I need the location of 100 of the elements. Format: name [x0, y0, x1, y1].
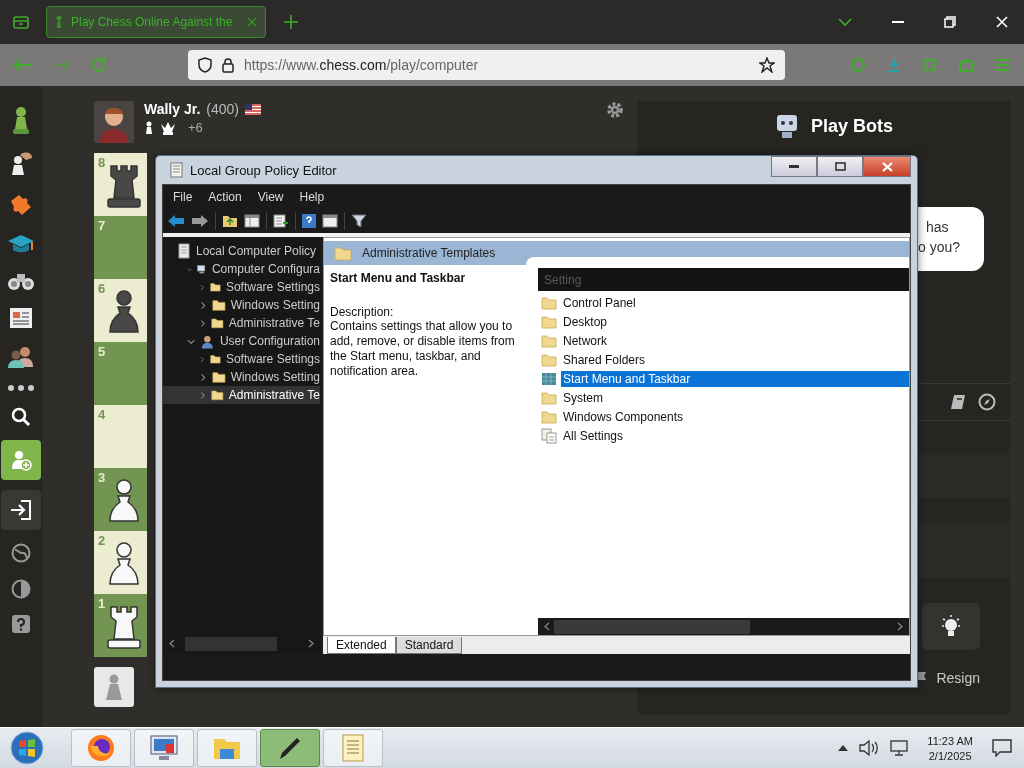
description-text: Contains settings that allow you to add, remove, or disable items from the Start menu, taskbar, and notification area. [330, 319, 516, 379]
binoculars-icon[interactable] [7, 271, 35, 291]
view-tab[interactable]: Standard [395, 637, 463, 654]
tree-item[interactable]: Windows Setting [163, 296, 320, 314]
url-text: https://www.chess.com/play/computer [244, 57, 480, 73]
user-icon [200, 333, 215, 349]
graduation-cap-icon[interactable] [7, 233, 35, 255]
search-icon[interactable] [11, 407, 31, 427]
taskbar-app-button[interactable] [134, 729, 194, 767]
list-item[interactable]: Windows Components [538, 407, 909, 426]
rank-label: 8 [98, 155, 106, 170]
avatar [94, 101, 134, 143]
folder-icon [541, 333, 557, 348]
restore-icon[interactable] [944, 16, 956, 28]
menu-item[interactable]: Help [299, 190, 325, 204]
chat-text: o you? [918, 239, 962, 255]
documents-icon [541, 427, 557, 444]
menu-item[interactable]: File [173, 190, 193, 204]
pawn-icon [144, 120, 154, 135]
folder-icon [211, 370, 226, 384]
rank-label: 2 [98, 533, 106, 548]
filter-icon[interactable] [351, 214, 367, 228]
export-list-icon[interactable] [273, 214, 289, 228]
help-icon[interactable] [302, 214, 316, 228]
hint-button[interactable] [922, 603, 980, 650]
computer-icon [149, 734, 179, 762]
taskbar-app-button[interactable] [71, 729, 131, 767]
rank-label: 4 [98, 407, 106, 422]
scroll-left-icon[interactable] [544, 622, 550, 631]
list-item[interactable]: Network [538, 331, 909, 350]
panel-title: Play Bots [811, 115, 893, 137]
tray-expand-icon[interactable] [838, 745, 849, 751]
tree-item[interactable]: User Configuration [163, 332, 320, 350]
tab-list-icon[interactable] [12, 13, 30, 31]
star-icon[interactable] [759, 57, 775, 73]
log-in-icon [10, 499, 32, 521]
list-item[interactable]: Shared Folders [538, 350, 909, 369]
tree-item[interactable]: Administrative Te [163, 386, 320, 404]
globe-icon[interactable] [11, 543, 31, 563]
player-rating: (400) [206, 101, 239, 117]
newspaper-icon[interactable] [9, 307, 33, 329]
list-item[interactable]: System [538, 388, 909, 407]
rank-label: 6 [98, 281, 106, 296]
clock-date: 2/1/2025 [928, 749, 972, 762]
more-icon[interactable] [8, 385, 34, 391]
folder-up-icon[interactable] [222, 214, 238, 228]
close-button[interactable] [863, 156, 911, 177]
scroll-right-icon[interactable] [897, 622, 903, 631]
tree-item[interactable]: Windows Setting [163, 368, 320, 386]
taskbar-app-button[interactable] [260, 729, 320, 767]
list-item[interactable]: Desktop [538, 312, 909, 331]
pawn-icon[interactable] [10, 105, 32, 135]
puzzle-icon[interactable] [8, 193, 34, 217]
tree-item[interactable]: Software Settings [163, 278, 320, 296]
people-icon[interactable] [7, 345, 35, 369]
scrollbar[interactable] [538, 618, 909, 635]
tree-item[interactable]: Administrative Te [163, 314, 320, 332]
fox-globe-icon [87, 734, 115, 762]
folder-icon [541, 390, 557, 405]
chevron-down-icon[interactable] [838, 17, 852, 27]
properties-icon[interactable] [322, 214, 338, 228]
folder-icon [541, 295, 557, 310]
forward-icon[interactable] [191, 214, 209, 228]
view-tab[interactable]: Extended [327, 637, 396, 654]
folder-icon [541, 314, 557, 329]
compass-icon[interactable] [978, 393, 996, 411]
folder-icon [210, 352, 221, 366]
book-icon[interactable] [950, 394, 966, 410]
folder-icon [211, 316, 224, 330]
menu-item[interactable]: View [257, 190, 284, 204]
list-item[interactable]: All Settings [538, 426, 909, 445]
taskbar-app-button[interactable] [197, 729, 257, 767]
minimize-button[interactable] [771, 156, 817, 177]
maximize-button[interactable] [817, 156, 863, 177]
rank-label: 1 [98, 596, 106, 611]
tree-item[interactable]: Local Computer Policy [163, 242, 320, 260]
back-icon[interactable] [167, 214, 185, 228]
tree-item[interactable]: Software Settings [163, 350, 320, 368]
rank-label: 3 [98, 470, 106, 485]
flag-icon [245, 103, 261, 115]
settings-icon[interactable] [606, 101, 624, 119]
tree-item[interactable]: Computer Configura [163, 260, 320, 278]
speaker-icon[interactable] [859, 740, 880, 756]
new-tab-icon[interactable] [284, 15, 298, 29]
scroll-left-icon[interactable] [169, 639, 175, 648]
address-bar[interactable]: https://www.chess.com/play/computer [188, 50, 785, 80]
start-button[interactable] [10, 731, 44, 765]
section-header: Administrative Templates [362, 246, 496, 260]
shield-icon [198, 57, 212, 73]
contrast-icon[interactable] [11, 579, 31, 599]
policy-icon [541, 371, 557, 386]
log-in-button[interactable] [1, 490, 41, 530]
list-item[interactable]: Control Panel [538, 293, 909, 312]
menu-item[interactable]: Action [208, 190, 242, 204]
help-icon[interactable] [12, 615, 30, 633]
console-tree-icon[interactable] [244, 214, 260, 228]
network-icon[interactable] [890, 740, 909, 756]
window-title: Local Group Policy Editor [190, 162, 337, 178]
scroll-right-icon[interactable] [308, 639, 314, 648]
notification-icon[interactable] [992, 739, 1012, 757]
